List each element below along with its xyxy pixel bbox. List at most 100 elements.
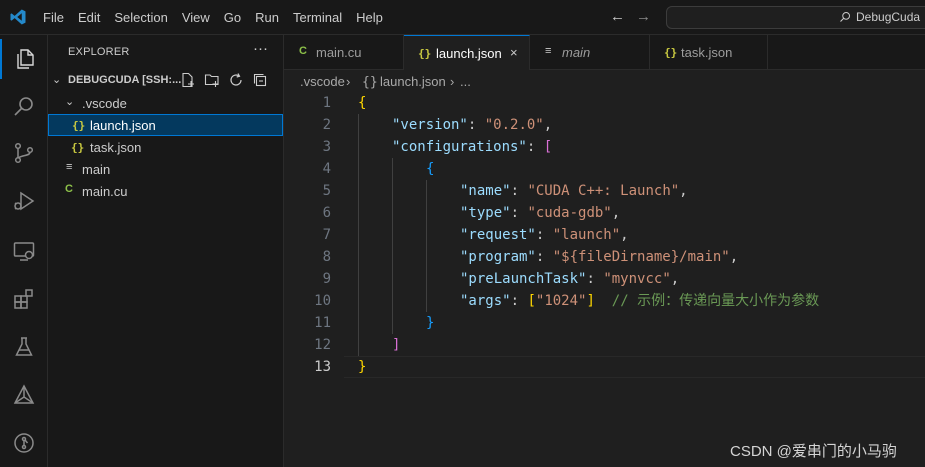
explorer-title: EXPLORER xyxy=(68,46,130,58)
run-debug-activity-button[interactable] xyxy=(0,181,48,221)
menu-file[interactable]: File xyxy=(36,0,71,35)
source-control-activity-button[interactable] xyxy=(0,133,48,173)
search-icon xyxy=(14,97,33,116)
cuda-icon: C xyxy=(65,183,73,195)
json-icon: {} xyxy=(418,47,432,60)
tab-label: main.cu xyxy=(316,45,362,60)
code-line: { xyxy=(426,161,435,177)
chevron-down-icon: ⌄ xyxy=(65,96,75,108)
extensions-activity-button[interactable] xyxy=(0,279,48,319)
close-icon[interactable]: × xyxy=(510,45,518,60)
indent-guide xyxy=(392,158,393,334)
tree-item-label: main xyxy=(82,162,111,177)
explorer-sidebar: EXPLORER ··· ⌄ DEBUGCUDA [SSH:... ⌄ .vsc… xyxy=(48,35,284,467)
code-line: "program": "${fileDirname}/main", xyxy=(460,249,739,265)
files-icon xyxy=(17,49,34,69)
code-line: "configurations": [ xyxy=(392,139,553,155)
line-number: 3 xyxy=(322,139,331,155)
tab-main[interactable]: ≡ main xyxy=(530,35,650,70)
code-line: "name": "CUDA C++: Launch", xyxy=(460,183,688,199)
current-line-highlight xyxy=(344,356,925,378)
chevron-right-icon: › xyxy=(450,74,455,89)
json-icon: {} xyxy=(72,119,86,132)
new-file-icon[interactable] xyxy=(180,72,196,88)
code-line: } xyxy=(426,315,435,331)
editor-tabs: C main.cu {} launch.json × ≡ main {} tas… xyxy=(284,35,925,71)
tree-item-main-cu[interactable]: C main.cu xyxy=(48,180,283,202)
line-number-current: 13 xyxy=(314,359,331,375)
line-number: 12 xyxy=(314,337,331,353)
collapse-all-icon[interactable] xyxy=(252,72,268,88)
line-number: 10 xyxy=(314,293,331,309)
tree-item-launch-json[interactable]: {} launch.json xyxy=(48,114,283,136)
tree-item-label: main.cu xyxy=(82,184,128,199)
refresh-icon[interactable] xyxy=(228,72,244,88)
tab-task-json[interactable]: {} task.json xyxy=(650,35,768,70)
flask-icon xyxy=(15,337,33,356)
line-number: 4 xyxy=(322,161,331,177)
json-icon: {} xyxy=(362,75,378,90)
code-line: "version": "0.2.0", xyxy=(392,117,553,133)
forward-arrow-icon[interactable]: → xyxy=(636,8,651,25)
git-graph-icon xyxy=(14,433,34,453)
line-number: 7 xyxy=(322,227,331,243)
line-number: 1 xyxy=(322,95,331,111)
breadcrumb-symbol[interactable]: ... xyxy=(460,74,471,89)
code-line: "request": "launch", xyxy=(460,227,629,243)
tree-item-label: task.json xyxy=(90,140,142,155)
search-icon xyxy=(840,12,850,22)
tree-item-main[interactable]: ≡ main xyxy=(48,158,283,180)
code-line: } xyxy=(358,359,367,375)
tab-label: task.json xyxy=(681,45,733,60)
menu-run[interactable]: Run xyxy=(248,0,286,35)
menu-edit[interactable]: Edit xyxy=(71,0,107,35)
command-center-search[interactable]: DebugCuda xyxy=(666,6,925,29)
chevron-right-icon: › xyxy=(346,74,351,89)
menu-go[interactable]: Go xyxy=(217,0,248,35)
cmake-icon xyxy=(13,384,35,404)
breadcrumb-file[interactable]: launch.json xyxy=(380,74,446,89)
line-number: 6 xyxy=(322,205,331,221)
back-arrow-icon[interactable]: ← xyxy=(610,8,625,25)
cmake-activity-button[interactable] xyxy=(0,375,48,415)
menu-view[interactable]: View xyxy=(175,0,217,35)
json-icon: {} xyxy=(664,46,678,59)
new-folder-icon[interactable] xyxy=(204,72,220,88)
workspace-root-label: DEBUGCUDA [SSH:... xyxy=(68,74,182,86)
file-lines-icon: ≡ xyxy=(66,161,73,173)
code-line: { xyxy=(358,95,367,111)
more-actions-icon[interactable]: ··· xyxy=(253,40,268,57)
cuda-icon: C xyxy=(299,45,307,57)
tab-label: launch.json xyxy=(436,46,502,61)
line-number: 2 xyxy=(322,117,331,133)
menu-help[interactable]: Help xyxy=(349,0,390,35)
tab-main-cu[interactable]: C main.cu xyxy=(284,35,404,70)
workspace-section-header[interactable]: ⌄ DEBUGCUDA [SSH:... xyxy=(48,70,284,92)
explorer-activity-button[interactable] xyxy=(0,39,48,79)
line-number: 9 xyxy=(322,271,331,287)
json-icon: {} xyxy=(71,141,85,154)
remote-explorer-activity-button[interactable] xyxy=(0,231,48,271)
code-line: "type": "cuda-gdb", xyxy=(460,205,621,221)
menu-bar: File Edit Selection View Go Run Terminal… xyxy=(36,0,390,35)
menu-selection[interactable]: Selection xyxy=(107,0,174,35)
menu-terminal[interactable]: Terminal xyxy=(286,0,349,35)
breadcrumb-folder[interactable]: .vscode xyxy=(300,74,345,89)
source-control-icon xyxy=(14,142,34,164)
chevron-down-icon: ⌄ xyxy=(52,74,62,86)
tree-item-label: launch.json xyxy=(90,118,156,133)
activity-bar xyxy=(0,35,48,467)
search-activity-button[interactable] xyxy=(0,87,48,127)
tree-item-label: .vscode xyxy=(82,96,127,111)
breadcrumb: .vscode › {} launch.json › ... xyxy=(284,70,925,92)
tab-launch-json[interactable]: {} launch.json × xyxy=(404,35,530,71)
testing-activity-button[interactable] xyxy=(0,327,48,367)
tree-item-task-json[interactable]: {} task.json xyxy=(48,136,283,158)
extensions-icon xyxy=(14,289,33,309)
code-line: ] xyxy=(392,337,401,353)
tree-item-vscode-folder[interactable]: ⌄ .vscode xyxy=(48,92,283,114)
command-center-label: DebugCuda xyxy=(856,10,921,24)
code-editor[interactable]: 1 2 3 4 5 6 7 8 9 10 11 12 13 { "version… xyxy=(284,92,925,467)
title-bar: File Edit Selection View Go Run Terminal… xyxy=(0,0,925,35)
git-graph-activity-button[interactable] xyxy=(0,423,48,463)
